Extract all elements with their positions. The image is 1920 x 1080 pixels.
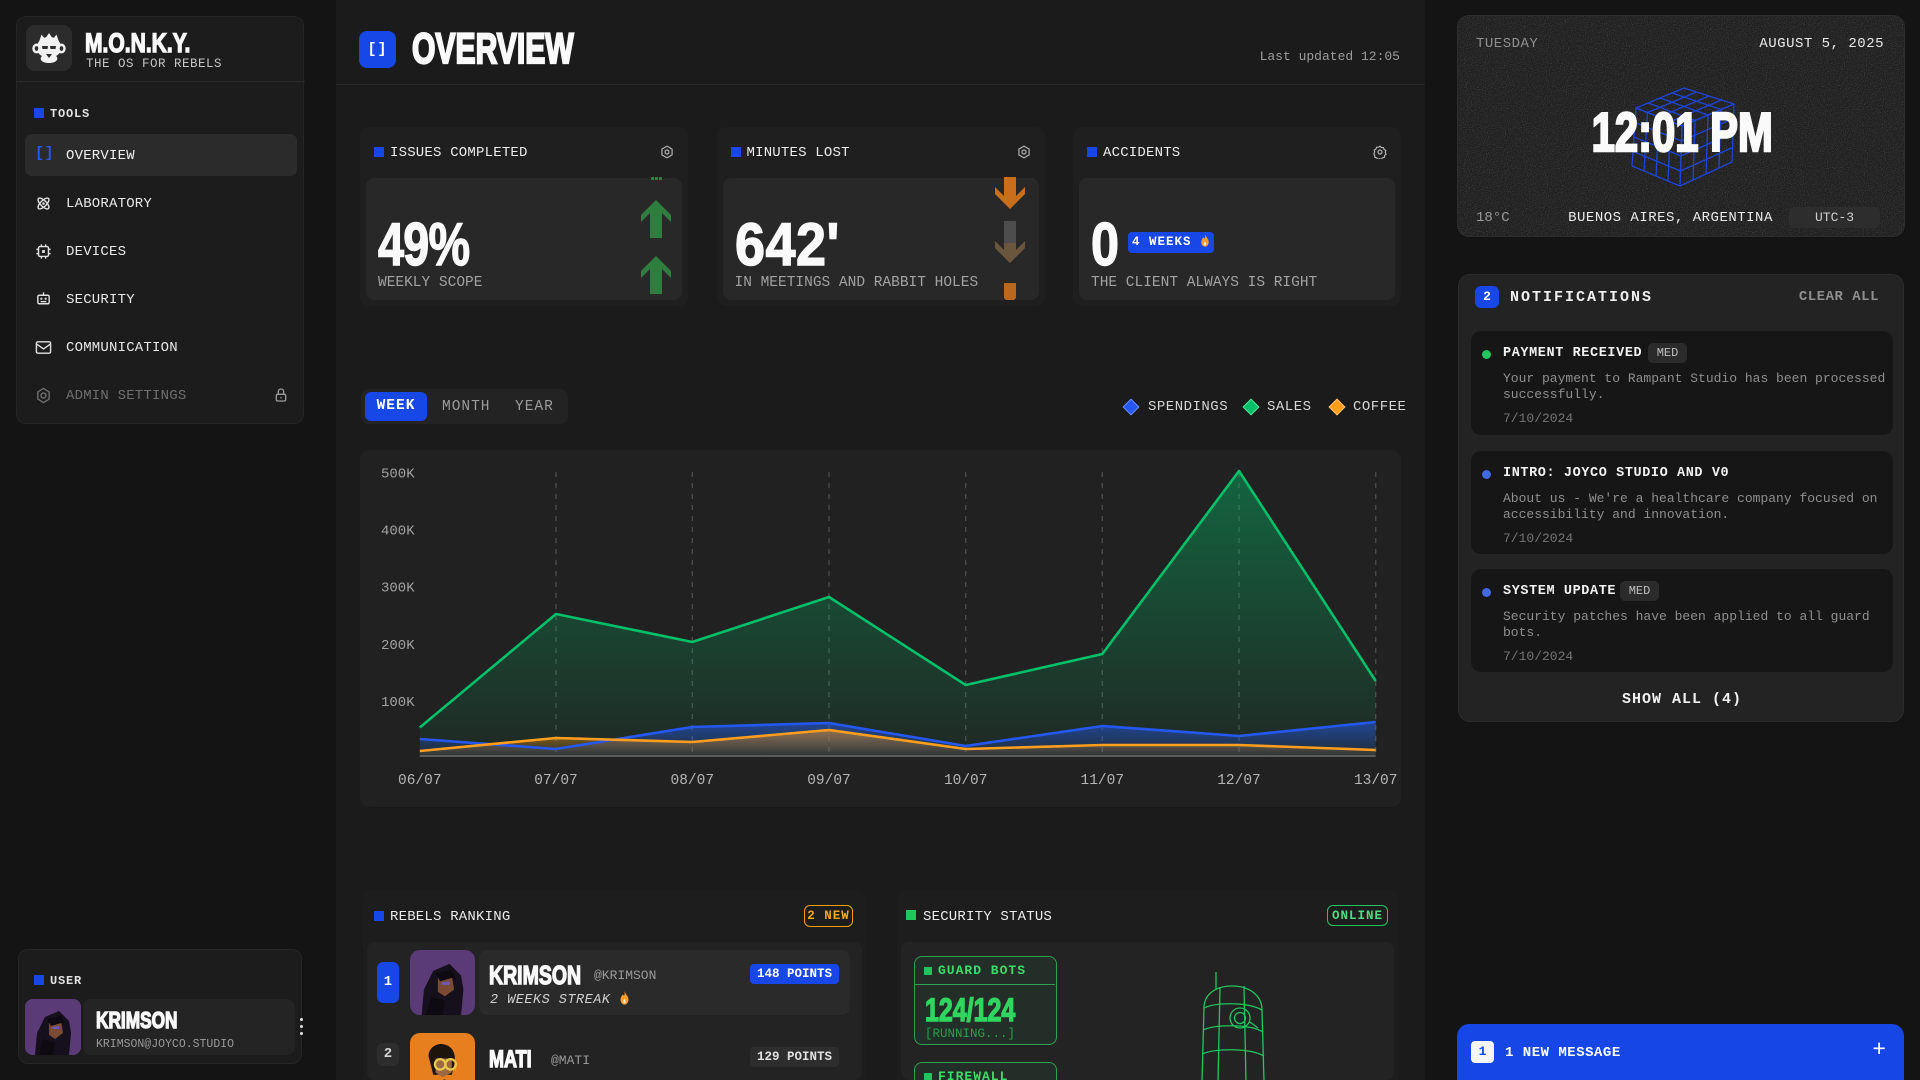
svg-text:12/07: 12/07 [1217, 773, 1261, 789]
svg-text:09/07: 09/07 [807, 773, 851, 789]
svg-text:300K: 300K [381, 581, 415, 597]
svg-text:11/07: 11/07 [1081, 773, 1125, 789]
svg-text:10/07: 10/07 [944, 773, 988, 789]
svg-text:200K: 200K [381, 638, 415, 654]
svg-text:07/07: 07/07 [534, 773, 578, 789]
svg-text:08/07: 08/07 [671, 773, 715, 789]
svg-text:13/07: 13/07 [1354, 773, 1398, 789]
svg-text:100K: 100K [381, 695, 415, 711]
svg-text:500K: 500K [381, 467, 415, 483]
svg-text:400K: 400K [381, 524, 415, 540]
svg-text:06/07: 06/07 [398, 773, 442, 789]
